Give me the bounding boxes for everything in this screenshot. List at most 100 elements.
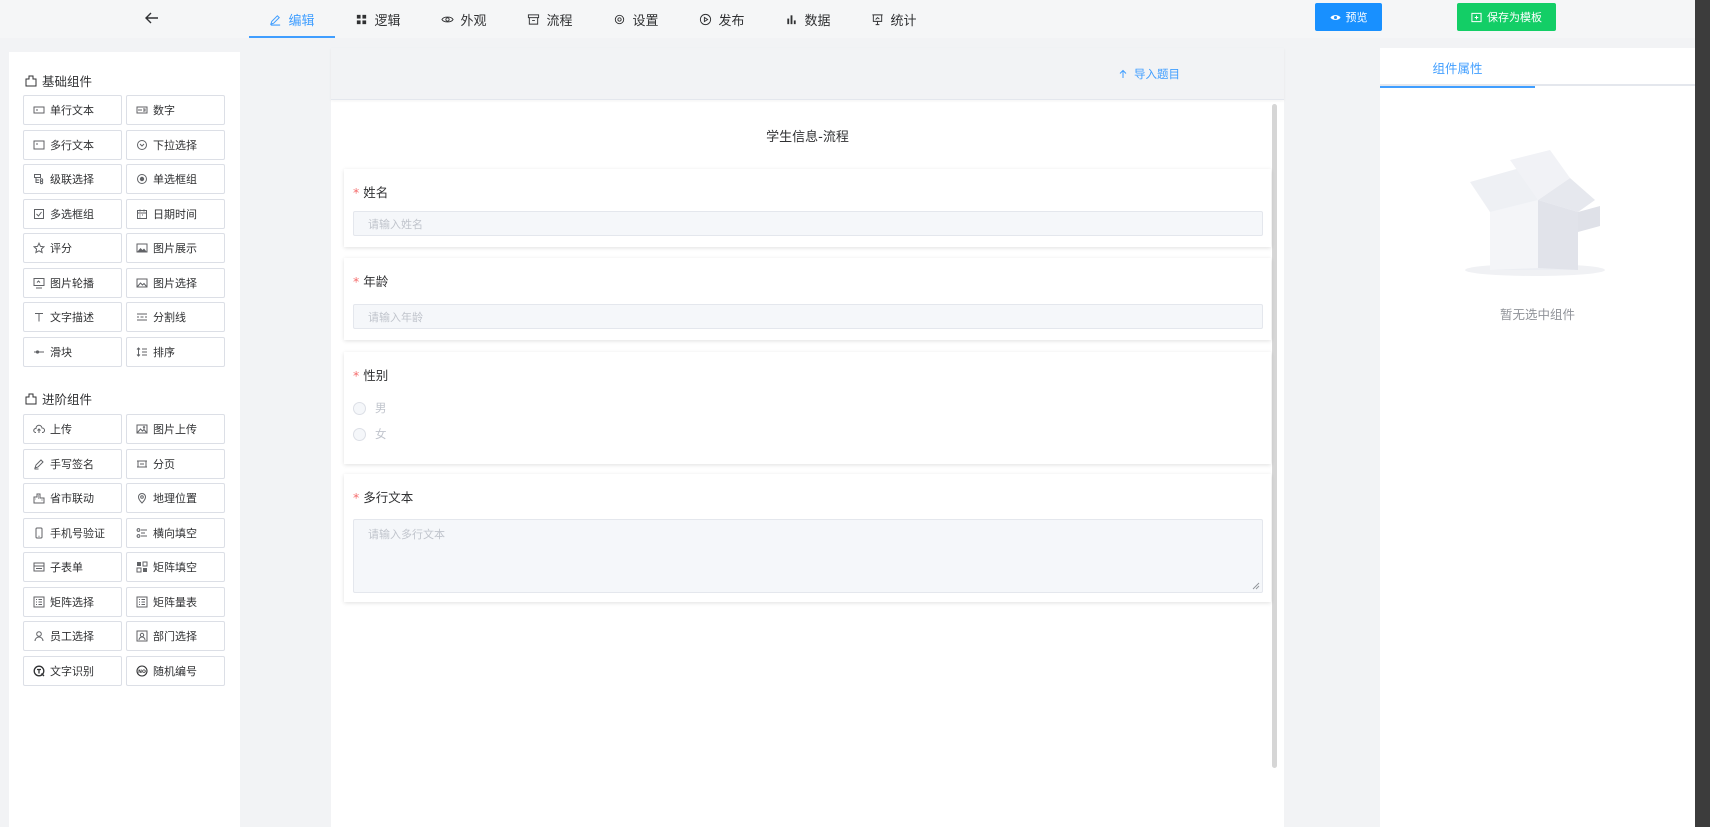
component-item[interactable]: 子表单 <box>23 552 122 582</box>
multiline-textarea[interactable]: 请输入多行文本 <box>353 519 1263 593</box>
component-item[interactable]: 下拉选择 <box>126 129 225 160</box>
basic-components-heading: 基础组件 <box>24 71 92 90</box>
main-tabs: 编辑 逻辑 外观 流程 设置 发布 数据 统计 <box>249 0 937 38</box>
question-card-name[interactable]: * 姓名 请输入姓名 <box>344 169 1271 247</box>
component-item[interactable]: 手写签名 <box>23 448 122 479</box>
component-item[interactable]: 图片选择 <box>126 267 225 298</box>
component-item[interactable]: 横向填空 <box>126 517 225 548</box>
carousel-icon <box>33 277 45 288</box>
name-input[interactable]: 请输入姓名 <box>353 211 1263 236</box>
component-item-label: 省市联动 <box>50 492 94 505</box>
component-item-label: 部门选择 <box>153 630 197 643</box>
preview-button[interactable]: 预览 <box>1315 3 1382 31</box>
component-item-label: 日期时间 <box>153 207 197 221</box>
empty-state-text: 暂无选中组件 <box>1499 307 1575 322</box>
component-item[interactable]: 级联选择 <box>23 164 122 194</box>
tab-label: 发布 <box>718 13 745 29</box>
component-item[interactable]: 数字 <box>126 95 225 125</box>
tab-workflow[interactable]: 流程 <box>507 0 593 38</box>
canvas-scrollbar[interactable] <box>1272 104 1277 768</box>
component-item[interactable]: 部门选择 <box>126 621 225 651</box>
phone-icon <box>35 527 43 538</box>
component-group-icon <box>25 75 37 86</box>
component-item-label: 矩阵选择 <box>50 595 94 609</box>
save-as-template-button[interactable]: 保存为模板 <box>1457 3 1556 31</box>
component-item-label: 图片轮播 <box>50 276 94 290</box>
app-root: 编辑 逻辑 外观 流程 设置 发布 数据 统计 预览 保存为模板 基础组件 单行… <box>0 0 1695 827</box>
empty-box-illustration <box>1465 150 1605 276</box>
component-item[interactable]: 省市联动 <box>23 483 122 513</box>
location-icon <box>137 493 147 504</box>
tab-component-properties[interactable]: 组件属性 <box>1380 48 1535 88</box>
component-item-label: 随机编号 <box>153 664 197 678</box>
group-title-text: 基础组件 <box>42 74 93 89</box>
gear-icon <box>615 14 625 24</box>
required-mark: * <box>353 368 360 383</box>
tab-edit[interactable]: 编辑 <box>249 0 335 38</box>
component-item[interactable]: NO 随机编号 <box>126 655 225 686</box>
component-item[interactable]: 评分 <box>23 233 122 263</box>
tab-publish[interactable]: 发布 <box>679 0 765 38</box>
age-input[interactable]: 请输入年龄 <box>353 304 1263 329</box>
question-card-multiline[interactable]: * 多行文本 请输入多行文本 <box>344 474 1271 602</box>
gender-option-male[interactable]: 男 <box>353 400 387 416</box>
play-circle-icon <box>700 13 712 25</box>
component-item[interactable]: 图片展示 <box>126 233 225 263</box>
tab-label: 流程 <box>546 13 573 29</box>
radio-circle[interactable] <box>353 427 366 441</box>
tab-label: 逻辑 <box>374 13 401 29</box>
component-item[interactable]: 多选框组 <box>23 198 122 229</box>
back-button[interactable] <box>140 6 164 30</box>
component-item-label: 级联选择 <box>50 173 94 186</box>
question-card-gender[interactable]: * 性别 男 女 <box>344 352 1271 464</box>
tab-data[interactable]: 数据 <box>765 0 851 38</box>
dropdown-icon <box>137 139 147 150</box>
tab-logic[interactable]: 逻辑 <box>335 0 421 38</box>
archive-icon <box>528 13 540 25</box>
component-item[interactable]: 单行文本 <box>23 95 122 125</box>
import-questions-button[interactable]: 导入题目 <box>1118 66 1180 82</box>
preview-label: 预览 <box>1345 11 1368 24</box>
radio-icon <box>137 174 147 184</box>
component-item[interactable]: 排序 <box>126 336 225 367</box>
component-item[interactable]: 上传 <box>23 414 122 444</box>
matrix-select-icon <box>33 596 45 607</box>
tab-statistics[interactable]: 统计 <box>851 0 937 38</box>
user-icon <box>34 631 44 642</box>
component-item[interactable]: 单选框组 <box>126 164 225 194</box>
component-item-label: 图片选择 <box>153 276 197 290</box>
resize-handle-icon[interactable] <box>1252 582 1260 590</box>
component-item[interactable]: 地理位置 <box>126 483 225 513</box>
component-item[interactable]: 分割线 <box>126 302 225 332</box>
component-item-label: 横向填空 <box>153 526 197 540</box>
component-item-label: 文字描述 <box>50 311 94 324</box>
component-item-label: 单选框组 <box>153 173 197 186</box>
tab-settings[interactable]: 设置 <box>593 0 679 38</box>
subform-icon <box>33 562 45 572</box>
component-item[interactable]: 图片上传 <box>126 414 225 444</box>
component-item-label: 多行文本 <box>50 138 94 152</box>
component-item[interactable]: 日期时间 <box>126 198 225 229</box>
component-item[interactable]: 手机号验证 <box>23 517 122 548</box>
component-item-label: 图片上传 <box>153 423 197 436</box>
gender-option-female[interactable]: 女 <box>353 426 387 442</box>
component-item[interactable]: 多行文本 <box>23 129 122 160</box>
component-item[interactable]: 文字描述 <box>23 302 122 332</box>
component-item[interactable]: 矩阵填空 <box>126 552 225 582</box>
department-icon <box>136 630 148 642</box>
component-item-label: 员工选择 <box>50 630 94 643</box>
component-item[interactable]: 图片轮播 <box>23 267 122 298</box>
component-item-label: 数字 <box>153 104 175 117</box>
tab-appearance[interactable]: 外观 <box>421 0 507 38</box>
question-label-text: 多行文本 <box>363 490 414 505</box>
component-item[interactable]: 分页 <box>126 448 225 479</box>
component-item[interactable]: 滑块 <box>23 336 122 367</box>
radio-circle[interactable] <box>353 401 366 415</box>
component-item[interactable]: 员工选择 <box>23 621 122 651</box>
bar-chart-icon <box>787 14 797 24</box>
matrix-fill-icon <box>136 561 148 573</box>
component-item[interactable]: 矩阵量表 <box>126 586 225 617</box>
component-item[interactable]: 文字识别 <box>23 655 122 686</box>
question-card-age[interactable]: * 年龄 请输入年龄 <box>344 258 1271 340</box>
component-item[interactable]: 矩阵选择 <box>23 586 122 617</box>
